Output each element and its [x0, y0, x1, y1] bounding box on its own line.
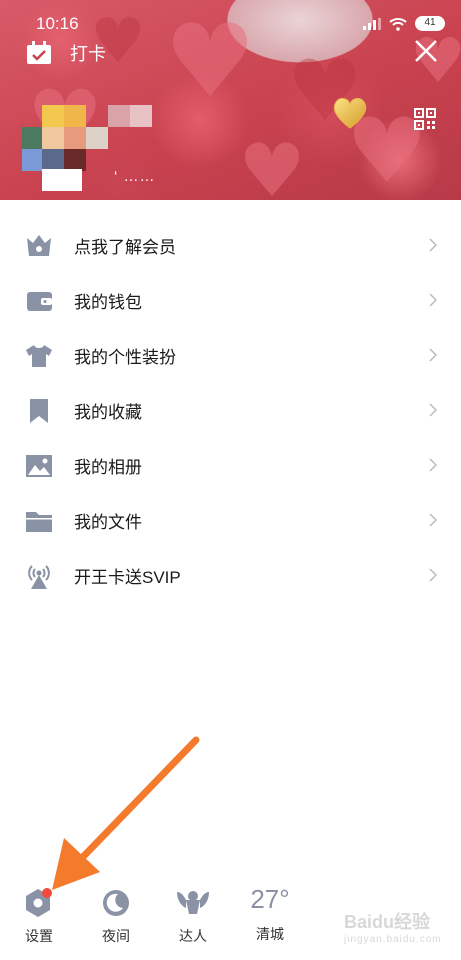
vip-crown-icon — [27, 235, 51, 256]
close-icon[interactable] — [413, 38, 439, 64]
folder-icon — [26, 512, 52, 532]
menu-item-files[interactable]: 我的文件 — [0, 493, 461, 548]
menu-item-theme[interactable]: 我的个性装扮 — [0, 328, 461, 383]
notification-dot — [42, 888, 52, 898]
calendar-check-icon — [27, 41, 51, 64]
menu-item-vip[interactable]: 点我了解会员 — [0, 218, 461, 273]
chevron-right-icon — [429, 513, 437, 527]
menu-label: 开王卡送SVIP — [74, 568, 181, 587]
checkin-label: 打卡 — [70, 44, 106, 64]
chevron-right-icon — [429, 458, 437, 472]
menu-item-album[interactable]: 我的相册 — [0, 438, 461, 493]
menu-label: 我的个性装扮 — [74, 348, 176, 367]
photo-icon — [26, 455, 52, 477]
night-mode-button[interactable]: 夜间 — [86, 880, 146, 946]
expert-button[interactable]: 达人 — [163, 880, 223, 946]
chevron-right-icon — [429, 238, 437, 252]
expert-label: 达人 — [179, 928, 207, 944]
chevron-right-icon — [429, 293, 437, 307]
settings-label: 设置 — [25, 928, 53, 944]
menu-label: 我的相册 — [74, 458, 142, 477]
wifi-icon — [389, 17, 407, 31]
antenna-icon — [28, 565, 50, 589]
profile-header: 10:16 41 打卡 ‘ …… — [0, 0, 461, 200]
gold-heart-icon[interactable] — [332, 96, 368, 130]
bookmark-icon — [30, 399, 48, 423]
chevron-right-icon — [429, 348, 437, 362]
watermark-url: jingyan.baidu.com — [344, 934, 442, 945]
qr-code-icon[interactable] — [414, 108, 436, 130]
menu-label: 点我了解会员 — [74, 238, 176, 257]
status-bar: 10:16 41 — [0, 0, 461, 44]
menu-item-wangka-svip[interactable]: 开王卡送SVIP — [0, 548, 461, 603]
menu-label: 我的收藏 — [74, 403, 142, 422]
weather-widget[interactable]: 27° 清城 — [240, 880, 300, 944]
settings-hexagon-icon — [26, 888, 52, 917]
menu-label: 我的文件 — [74, 513, 142, 532]
menu-item-favorites[interactable]: 我的收藏 — [0, 383, 461, 438]
expert-wings-icon — [177, 891, 209, 914]
chevron-right-icon — [429, 568, 437, 582]
watermark: Baidu经验 jingyan.baidu.com — [344, 908, 442, 945]
weather-city: 清城 — [256, 926, 284, 942]
weather-temperature: 27° — [250, 884, 290, 914]
drawer-menu: 点我了解会员 我的钱包 我的个性装扮 我的收藏 我的相册 我的文件 开王卡送SV… — [0, 218, 461, 603]
nickname: ‘ …… — [114, 168, 156, 185]
checkin-button[interactable]: 打卡 — [26, 40, 106, 66]
menu-label: 我的钱包 — [74, 293, 142, 312]
night-label: 夜间 — [102, 928, 130, 944]
menu-item-wallet[interactable]: 我的钱包 — [0, 273, 461, 328]
settings-button[interactable]: 设置 — [9, 880, 69, 946]
moon-icon — [103, 890, 129, 916]
shirt-icon — [26, 345, 52, 367]
battery-indicator: 41 — [415, 16, 445, 31]
signal-icon — [363, 17, 381, 30]
watermark-brand: Baidu经验 — [344, 912, 431, 932]
wallet-icon — [27, 292, 52, 311]
status-time: 10:16 — [36, 14, 79, 33]
chevron-right-icon — [429, 403, 437, 417]
